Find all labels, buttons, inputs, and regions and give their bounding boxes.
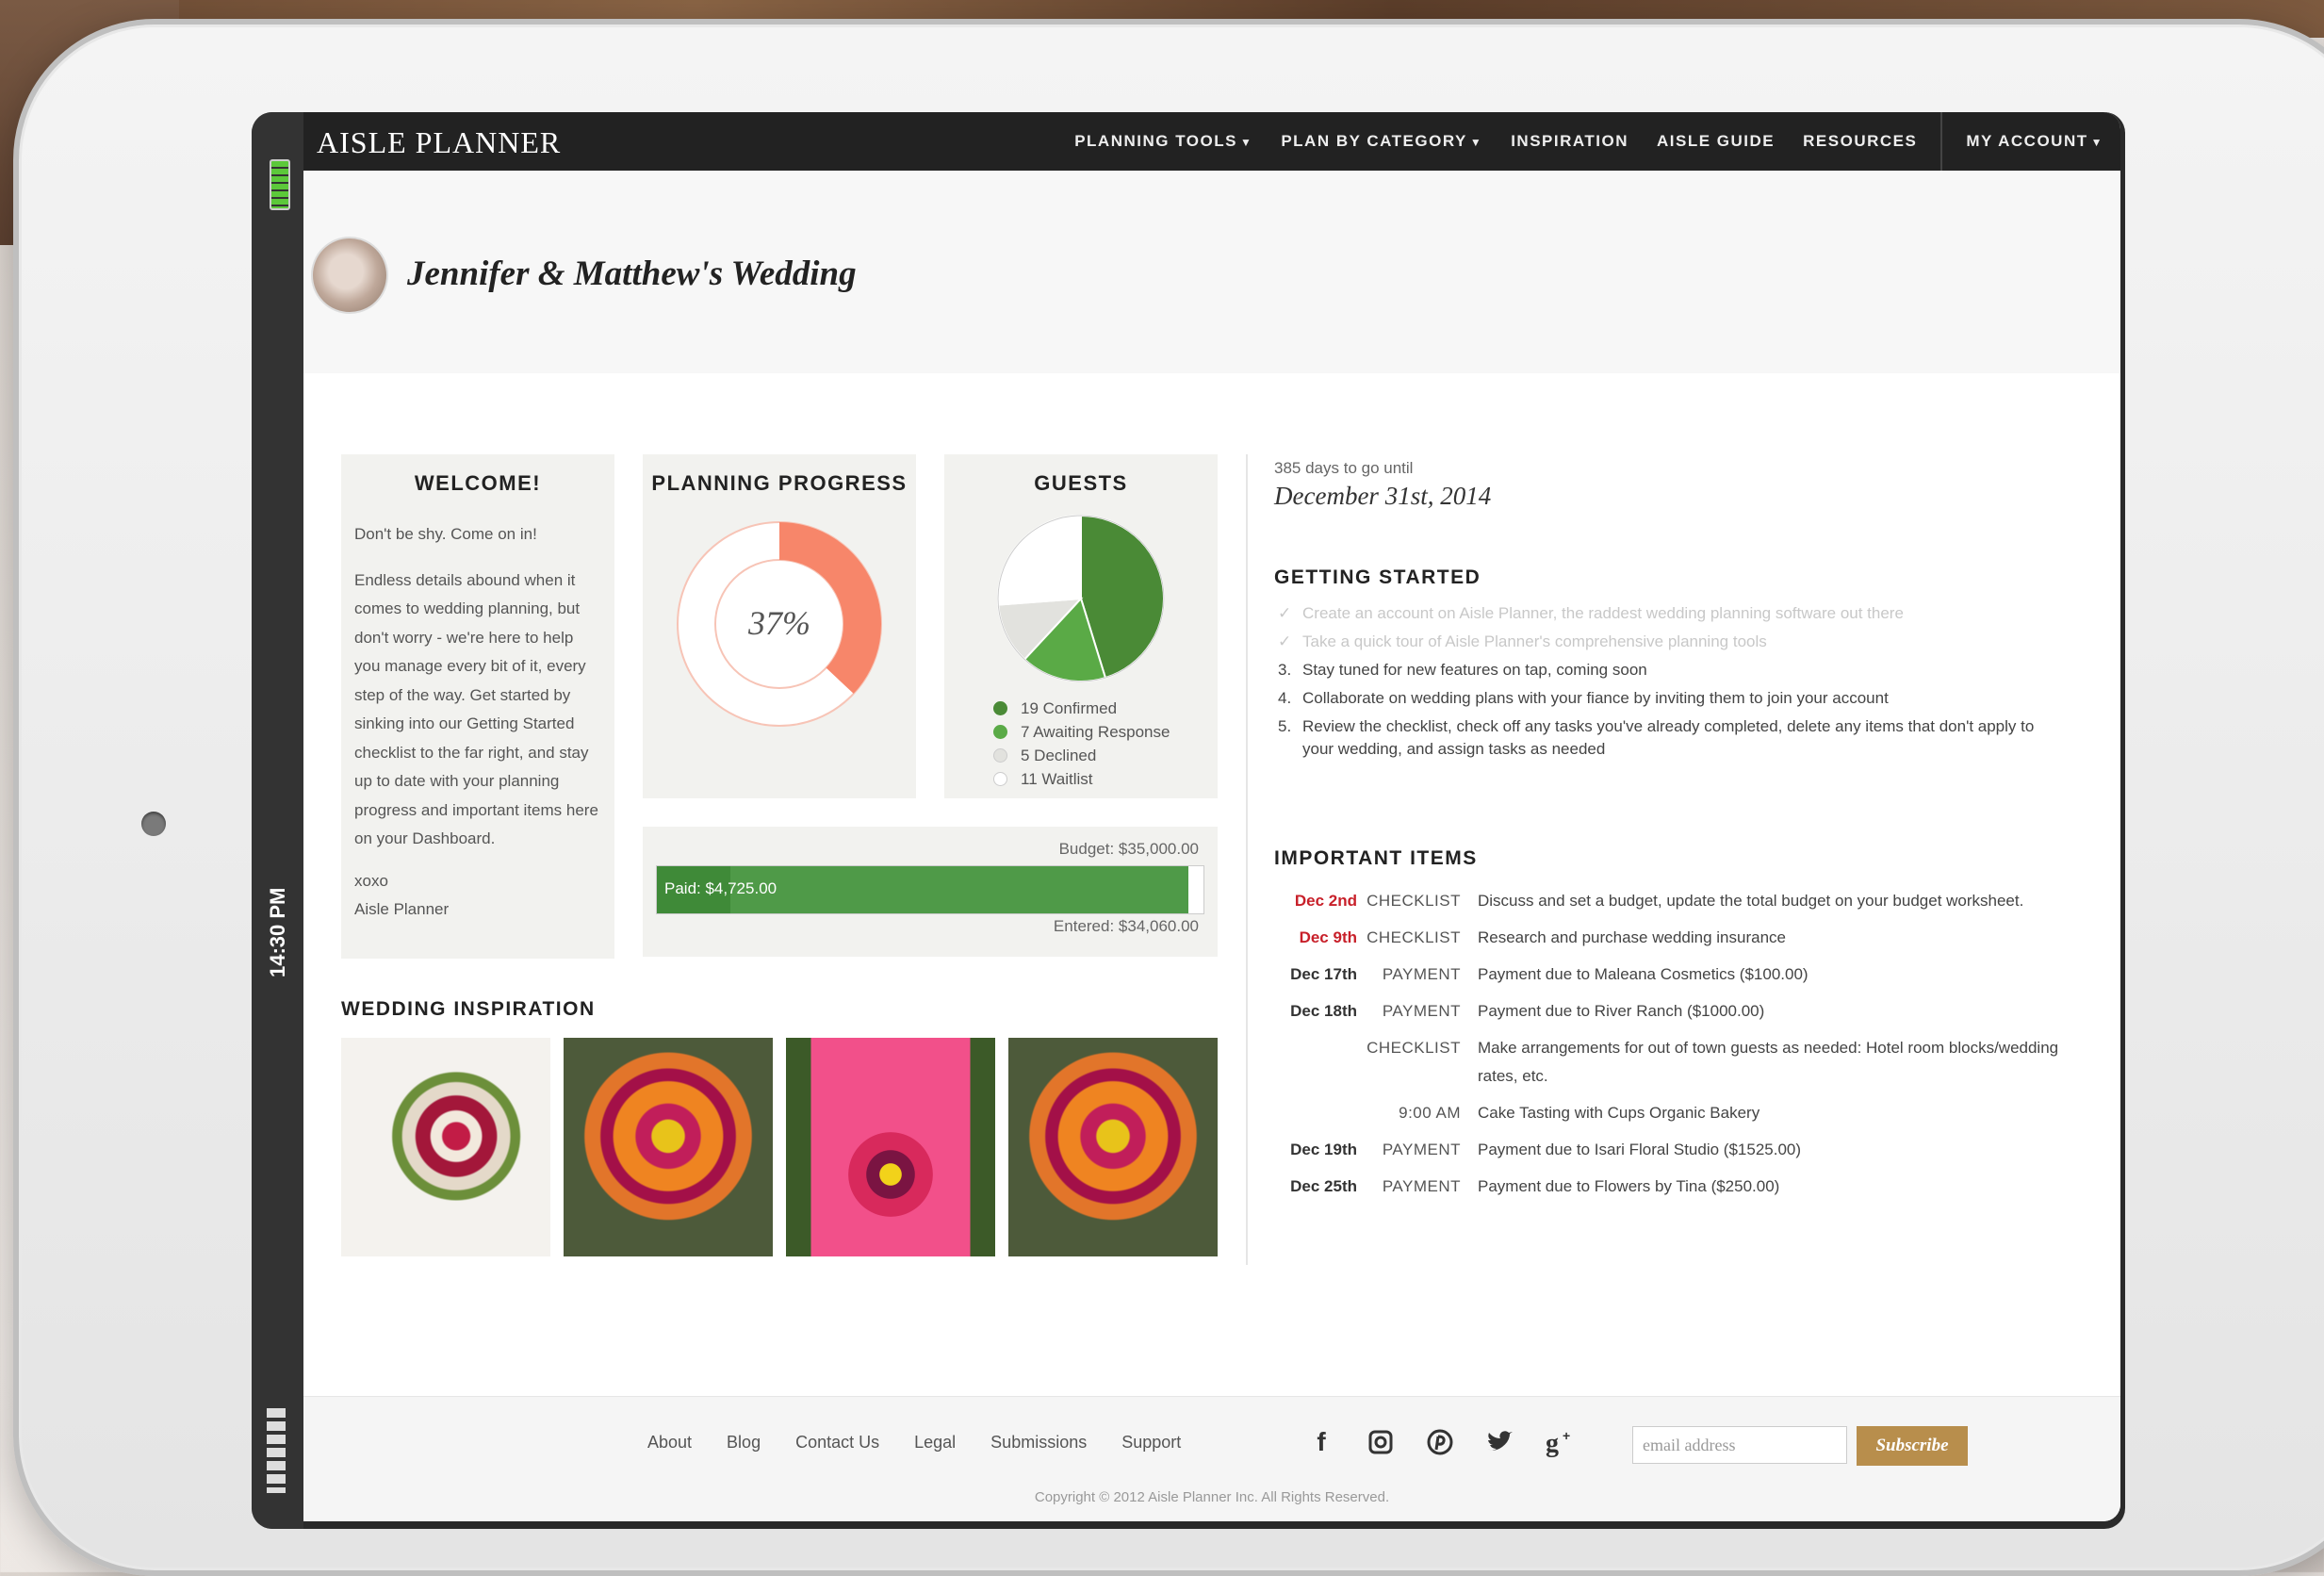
caret-down-icon: ▼	[1469, 136, 1483, 149]
list-item[interactable]: 3. Stay tuned for new features on tap, co…	[1274, 659, 2047, 681]
list-item[interactable]: ✓ Create an account on Aisle Planner, the…	[1274, 602, 2047, 625]
check-icon: ✓	[1278, 632, 1292, 650]
table-row[interactable]: 9:00 AM Cake Tasting with Cups Organic Ba…	[1274, 1099, 2066, 1127]
footer-link-blog[interactable]: Blog	[727, 1433, 761, 1453]
nav-resources[interactable]: RESOURCES	[1803, 132, 1917, 151]
tablet-device: 14:30 PM AISLE PLANNER PLANNING TOOLS ▼ P…	[13, 19, 2324, 1576]
important-items-title: IMPORTANT ITEMS	[1274, 847, 1478, 869]
logo[interactable]: AISLE PLANNER	[317, 125, 561, 160]
legend-awaiting: 7 Awaiting Response	[993, 720, 1170, 744]
important-items-list: Dec 2nd CHECKLIST Discuss and set a budget…	[1274, 887, 2066, 1209]
welcome-signoff: xoxo	[354, 871, 388, 890]
instagram-icon[interactable]	[1362, 1423, 1399, 1461]
inspiration-image-bouquet-orange-2[interactable]	[1008, 1038, 1218, 1256]
caret-down-icon: ▼	[2090, 136, 2103, 149]
inspiration-image-bridesmaid-pink[interactable]	[786, 1038, 995, 1256]
planning-progress-panel: PLANNING PROGRESS 37%	[643, 454, 916, 798]
progress-title: PLANNING PROGRESS	[651, 471, 908, 495]
top-nav: AISLE PLANNER PLANNING TOOLS ▼ PLAN BY CA…	[303, 112, 2120, 171]
footer-link-contact[interactable]: Contact Us	[795, 1433, 879, 1453]
app-screen: AISLE PLANNER PLANNING TOOLS ▼ PLAN BY CA…	[303, 112, 2120, 1521]
google-plus-icon[interactable]: g +	[1540, 1423, 1578, 1461]
getting-started-list: ✓ Create an account on Aisle Planner, the…	[1274, 602, 2047, 766]
legend-declined: 5 Declined	[993, 744, 1170, 767]
inspiration-image-bouquet-white[interactable]	[341, 1038, 550, 1256]
guests-panel: GUESTS 19 Confirmed 7 Awaiting Response …	[944, 454, 1218, 798]
status-time: 14:30 PM	[266, 887, 289, 977]
guests-pie	[997, 514, 1165, 682]
welcome-body: Endless details abound when it comes to …	[354, 570, 598, 848]
budget-bar[interactable]: Paid: $4,725.00	[656, 865, 1204, 914]
nav-plan-by-category[interactable]: PLAN BY CATEGORY ▼	[1281, 132, 1482, 151]
nav-my-account[interactable]: MY ACCOUNT ▼	[1966, 132, 2103, 151]
footer: About Blog Contact Us Legal Submissions …	[303, 1396, 2120, 1521]
legend-dot	[993, 725, 1007, 739]
nav-aisle-guide[interactable]: AISLE GUIDE	[1657, 132, 1775, 151]
legend-confirmed: 19 Confirmed	[993, 697, 1170, 720]
progress-donut: 37%	[677, 521, 882, 727]
svg-text:g: g	[1546, 1429, 1559, 1457]
footer-links: About Blog Contact Us Legal Submissions …	[647, 1433, 1216, 1453]
battery-icon	[270, 159, 290, 210]
welcome-intro: Don't be shy. Come on in!	[354, 525, 537, 543]
table-row[interactable]: Dec 18th PAYMENT Payment due to River Ranc…	[1274, 997, 2066, 1026]
table-row[interactable]: Dec 2nd CHECKLIST Discuss and set a budget…	[1274, 887, 2066, 915]
status-bar: 14:30 PM	[252, 112, 303, 1529]
svg-text:+: +	[1563, 1428, 1570, 1443]
guests-pie-slice-3	[997, 514, 1082, 606]
social-links: f g +	[1302, 1423, 1599, 1461]
nav-divider	[1940, 112, 1943, 171]
legend-dot	[993, 772, 1007, 786]
budget-paid-label: Paid: $4,725.00	[664, 879, 777, 897]
check-icon: ✓	[1278, 604, 1292, 622]
countdown-text: 385 days to go until	[1274, 459, 1414, 477]
legend-dot	[993, 748, 1007, 763]
footer-link-support[interactable]: Support	[1121, 1433, 1181, 1453]
subscribe-button[interactable]: Subscribe	[1857, 1426, 1968, 1466]
inspiration-image-bouquet-orange[interactable]	[564, 1038, 773, 1256]
page-title: Jennifer & Matthew's Wedding	[407, 254, 857, 293]
footer-link-submissions[interactable]: Submissions	[990, 1433, 1087, 1453]
caret-down-icon: ▼	[1239, 136, 1253, 149]
inspiration-title: WEDDING INSPIRATION	[341, 998, 596, 1020]
getting-started-title: GETTING STARTED	[1274, 566, 1481, 588]
home-button[interactable]	[141, 812, 166, 836]
guests-title: GUESTS	[1034, 471, 1128, 495]
table-row[interactable]: CHECKLIST Make arrangements for out of to…	[1274, 1034, 2066, 1091]
dashboard-header: Jennifer & Matthew's Wedding	[303, 171, 2120, 373]
list-item[interactable]: 5. Review the checklist, check off any ta…	[1274, 715, 2047, 761]
table-row[interactable]: Dec 17th PAYMENT Payment due to Maleana Co…	[1274, 960, 2066, 989]
list-item[interactable]: ✓ Take a quick tour of Aisle Planner's co…	[1274, 631, 2047, 653]
legend-waitlist: 11 Waitlist	[993, 767, 1170, 791]
avatar[interactable]	[311, 237, 388, 314]
table-row[interactable]: Dec 9th CHECKLIST Research and purchase we…	[1274, 924, 2066, 952]
email-field[interactable]	[1632, 1426, 1847, 1464]
nav-inspiration[interactable]: INSPIRATION	[1511, 132, 1628, 151]
guests-legend: 19 Confirmed 7 Awaiting Response 5 Decli…	[993, 697, 1170, 791]
welcome-panel: WELCOME! Don't be shy. Come on in! Endle…	[341, 454, 614, 959]
wedding-date: December 31st, 2014	[1274, 482, 1492, 510]
footer-link-legal[interactable]: Legal	[914, 1433, 956, 1453]
table-row[interactable]: Dec 25th PAYMENT Payment due to Flowers by…	[1274, 1173, 2066, 1201]
column-divider	[1246, 454, 1248, 1265]
tablet-bezel: 14:30 PM AISLE PLANNER PLANNING TOOLS ▼ P…	[252, 112, 2125, 1529]
legend-dot	[993, 701, 1007, 715]
twitter-icon[interactable]	[1481, 1423, 1518, 1461]
budget-panel: Budget: $35,000.00 Paid: $4,725.00 Enter…	[643, 827, 1218, 957]
welcome-title: WELCOME!	[414, 471, 542, 495]
budget-total: Budget: $35,000.00	[1058, 840, 1199, 858]
welcome-signature: Aisle Planner	[354, 900, 450, 918]
facebook-icon[interactable]: f	[1302, 1423, 1340, 1461]
table-row[interactable]: Dec 19th PAYMENT Payment due to Isari Flor…	[1274, 1136, 2066, 1164]
copyright: Copyright © 2012 Aisle Planner Inc. All …	[1034, 1489, 1390, 1505]
footer-link-about[interactable]: About	[647, 1433, 692, 1453]
list-item[interactable]: 4. Collaborate on wedding plans with your…	[1274, 687, 2047, 710]
budget-entered-label: Entered: $34,060.00	[1053, 917, 1199, 935]
pinterest-icon[interactable]	[1421, 1423, 1459, 1461]
progress-percent: 37%	[747, 604, 810, 642]
signal-icon	[267, 1408, 286, 1493]
nav-planning-tools[interactable]: PLANNING TOOLS ▼	[1074, 132, 1252, 151]
